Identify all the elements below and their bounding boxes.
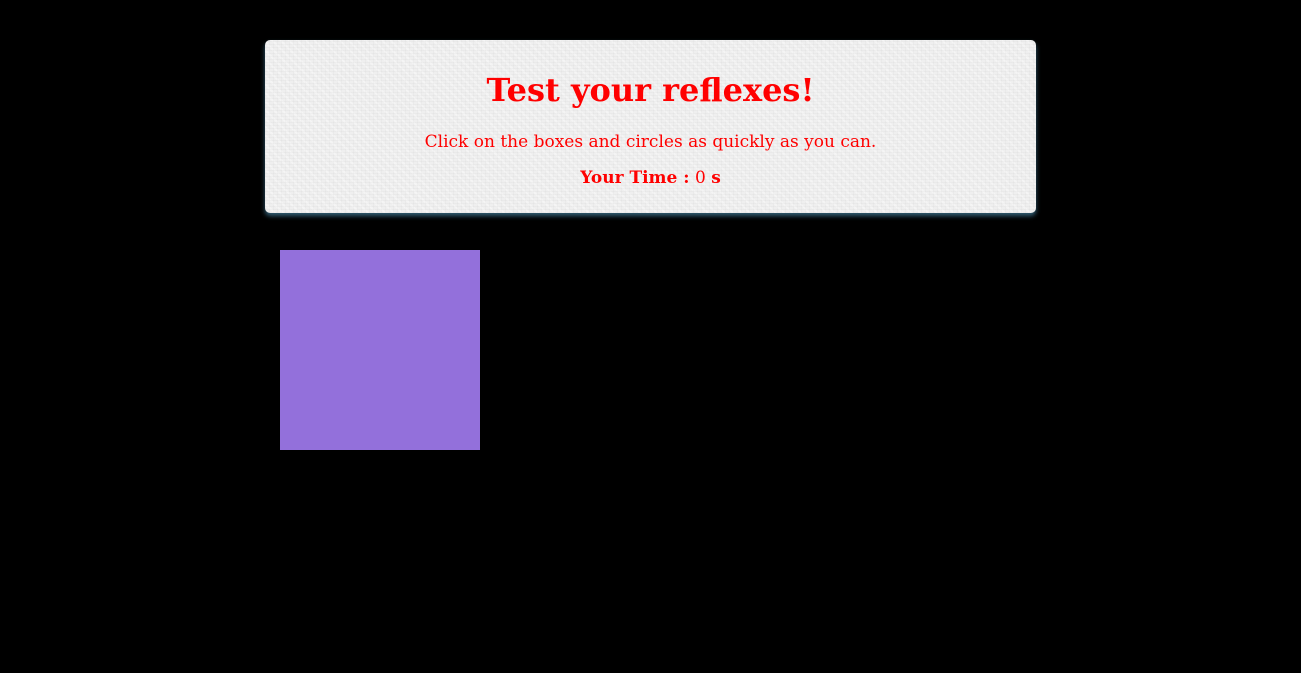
header-card: Test your reflexes! Click on the boxes a…	[265, 40, 1036, 213]
game-area	[265, 235, 1036, 665]
instructions-text: Click on the boxes and circles as quickl…	[424, 132, 877, 152]
page-title: Test your reflexes!	[486, 71, 815, 109]
time-label: Your Time :	[580, 168, 690, 188]
time-unit: s	[711, 168, 721, 188]
time-display: Your Time : 0 s	[265, 167, 1036, 189]
time-value: 0	[694, 168, 706, 188]
target-box[interactable]	[280, 250, 480, 450]
